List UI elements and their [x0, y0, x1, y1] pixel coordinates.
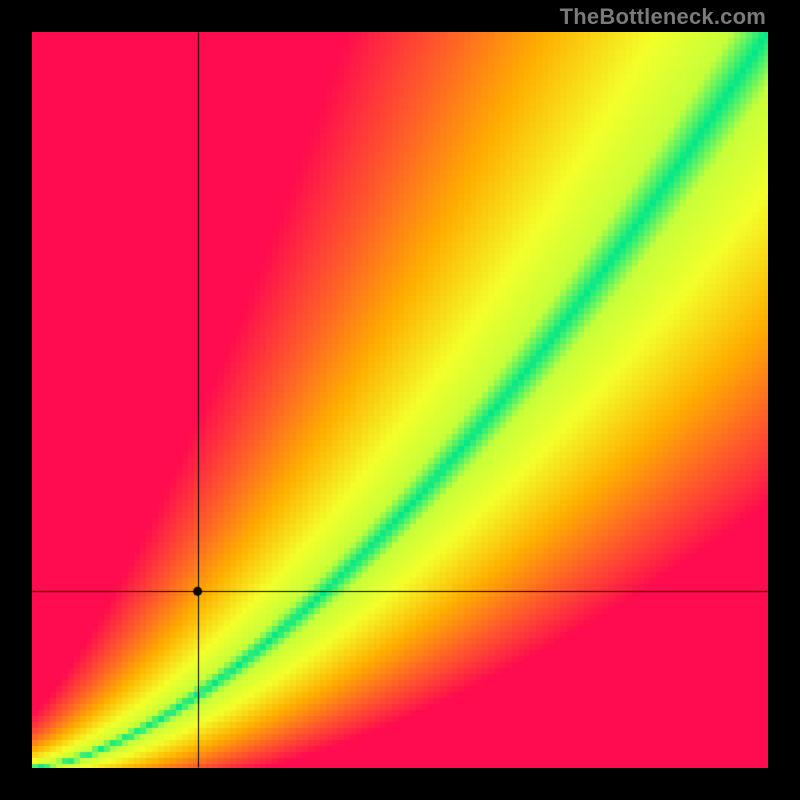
bottleneck-heatmap [32, 32, 768, 768]
watermark-text: TheBottleneck.com [560, 4, 766, 30]
chart-frame: TheBottleneck.com [0, 0, 800, 800]
